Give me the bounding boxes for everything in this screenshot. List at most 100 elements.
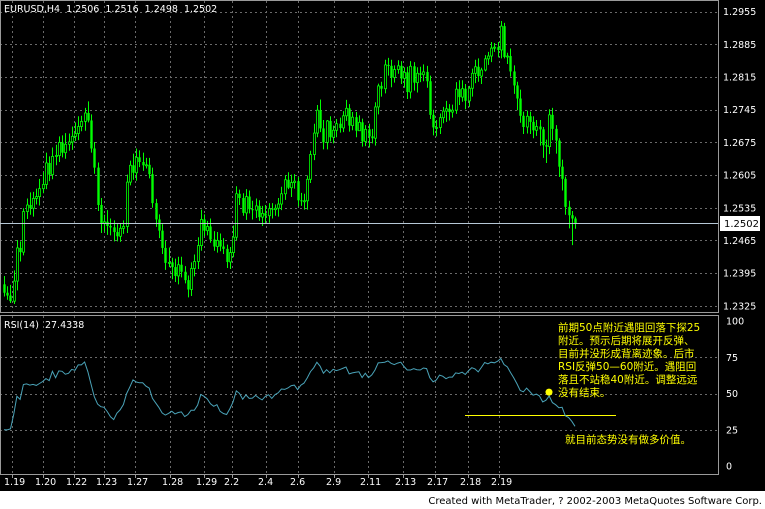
price-tick-label: 1.2535 <box>723 203 756 214</box>
candle-body <box>500 25 503 51</box>
candle-body <box>445 108 448 112</box>
candle-body <box>364 128 367 142</box>
annotation-line-2: 附近。预示后期将展开反弹、 <box>558 334 695 347</box>
candle-body <box>248 196 251 210</box>
candle-body <box>3 284 6 293</box>
candle-body <box>51 156 54 176</box>
candle-body <box>419 73 422 75</box>
candle-body <box>61 142 64 153</box>
candle-body <box>251 209 254 211</box>
candle-body <box>409 65 412 93</box>
candle-body <box>293 180 296 183</box>
candle-body <box>168 262 171 264</box>
annotation-line-4: RSI反弹50—60附近。遇阻回 <box>558 360 696 373</box>
candle-body <box>48 162 51 175</box>
candle-body <box>113 227 116 233</box>
candle-body <box>451 109 454 113</box>
price-tick-label: 1.2675 <box>723 138 756 149</box>
candle-body <box>390 65 393 78</box>
candle-body <box>297 181 300 201</box>
x-tick-label: 2.2 <box>224 477 239 488</box>
price-tick-label: 1.2885 <box>723 40 756 51</box>
candle-body <box>303 200 306 203</box>
candle-body <box>480 69 483 77</box>
candle-body <box>29 204 32 209</box>
candle-body <box>232 236 235 254</box>
annotation-line-6: 没有结束。 <box>558 386 611 399</box>
candle-body <box>519 98 522 116</box>
x-tick-label: 2.13 <box>395 477 416 488</box>
candle-body <box>309 154 312 180</box>
candle-body <box>216 240 219 247</box>
candle-body <box>245 196 248 214</box>
candle-body <box>13 280 16 302</box>
candle-body <box>539 126 542 130</box>
candle-body <box>439 117 442 128</box>
candle-body <box>400 65 403 79</box>
candle-body <box>138 157 141 163</box>
x-tick-label: 2.17 <box>427 477 448 488</box>
candle-body <box>558 140 561 167</box>
candle-body <box>493 46 496 49</box>
candle-body <box>377 85 380 108</box>
candle-body <box>506 55 509 58</box>
candle-body <box>122 226 125 229</box>
candle-body <box>109 225 112 228</box>
candle-body <box>477 66 480 77</box>
candle-body <box>93 148 96 168</box>
annotation-line-5: 落且不站稳40附近。调整远远 <box>558 373 698 386</box>
candle-body <box>219 240 222 247</box>
candle-body <box>229 252 232 263</box>
candle-body <box>471 72 474 89</box>
candle-body <box>342 115 345 129</box>
x-axis: 1.19 1.20 1.22 1.23 1.27 1.28 1.29 2.2 2.4 2.6 2.9… <box>4 474 512 488</box>
price-tick-label: 1.2325 <box>723 301 756 312</box>
price-tick-label: 1.2955 <box>723 7 756 18</box>
candle-body <box>474 66 477 74</box>
candle-body <box>526 115 529 128</box>
candle-body <box>564 178 567 207</box>
candle-body <box>532 121 535 131</box>
candle-body <box>348 108 351 126</box>
candle-body <box>119 227 122 237</box>
candle-body <box>268 208 271 217</box>
candle-body <box>461 88 464 98</box>
candle-body <box>522 115 525 127</box>
candle-body <box>190 268 193 290</box>
candle-body <box>277 203 280 209</box>
candle-body <box>548 114 551 148</box>
candle-body <box>22 211 25 253</box>
annotation-line-3: 目前并没形成背离迹象。后市 <box>558 347 695 360</box>
candle-body <box>103 221 106 224</box>
candle-body <box>222 246 225 249</box>
candle-body <box>406 72 409 92</box>
price-tick-label: 1.2745 <box>723 105 756 116</box>
candle-body <box>413 66 416 83</box>
candle-body <box>316 109 319 134</box>
candle-body <box>429 81 432 115</box>
candle-body <box>393 69 396 78</box>
candle-body <box>509 56 512 72</box>
candle-body <box>458 89 461 98</box>
candle-body <box>287 179 290 188</box>
candle-body <box>448 108 451 113</box>
candle-body <box>332 129 335 138</box>
candle-body <box>271 208 274 210</box>
price-tick-label: 1.2605 <box>723 171 756 182</box>
candle-body <box>64 143 67 154</box>
candle-body <box>355 117 358 131</box>
candle-body <box>574 218 577 224</box>
candle-body <box>161 230 164 248</box>
candle-body <box>148 164 151 175</box>
candle-body <box>455 88 458 111</box>
candle-body <box>384 64 387 90</box>
candle-body <box>32 198 35 209</box>
candle-body <box>490 47 493 57</box>
candle-body <box>319 110 322 129</box>
candle-body <box>555 128 558 141</box>
candle-body <box>238 193 241 198</box>
candle-body <box>529 116 532 122</box>
candle-body <box>326 120 329 143</box>
candle-body <box>464 88 467 101</box>
candle-body <box>197 245 200 262</box>
